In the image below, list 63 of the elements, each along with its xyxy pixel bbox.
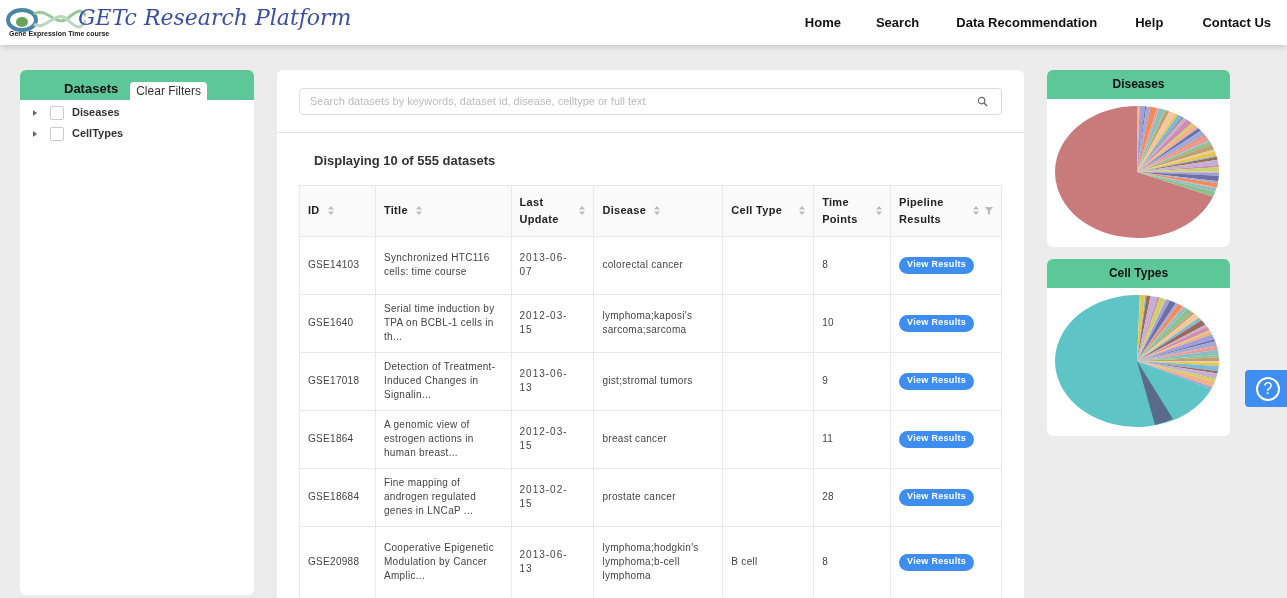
- filter-icon[interactable]: [985, 206, 993, 215]
- tree-item[interactable]: CellTypes: [72, 125, 124, 142]
- table-cell: gist;stromal tumors: [602, 375, 693, 386]
- table-cell: Synchronized HTC116 cells: time course: [383, 252, 490, 277]
- result-count: Displaying 10 of 555 datasets: [313, 152, 497, 170]
- table-cell: breast cancer: [602, 433, 667, 444]
- sort-icon[interactable]: [415, 206, 422, 215]
- nav-link[interactable]: Search: [875, 12, 920, 33]
- nav-link[interactable]: Home: [804, 12, 841, 33]
- sort-icon[interactable]: [876, 206, 883, 215]
- logo-title: GETc Research Platform: [78, 4, 352, 31]
- table-cell: Serial time induction by TPA on BCBL-1 cells in th...: [383, 303, 495, 342]
- table-cell: A genomic view of estrogen actions in human breast...: [383, 419, 474, 458]
- table-cell-text: 2012-03-15: [519, 425, 569, 453]
- sidebar-title: Datasets: [64, 79, 119, 98]
- column-header[interactable]: Title: [383, 202, 408, 219]
- sort-icon[interactable]: [579, 206, 586, 215]
- column-header[interactable]: ID: [308, 202, 320, 219]
- table-cell-text: 2013-06-13: [519, 548, 569, 576]
- table-cell: B cell: [731, 556, 758, 567]
- table-cell: 8: [822, 556, 829, 567]
- chart-title: Diseases: [1047, 70, 1230, 99]
- table-cell: colorectal cancer: [602, 259, 684, 270]
- nav-link[interactable]: Data Recommendation: [956, 12, 1098, 33]
- table-cell: Detection of Treatment-Induced Changes in Signalin...: [383, 361, 496, 400]
- table-cell: lymphoma;hodgkin's lymphoma;b-cell lymphoma: [602, 542, 699, 581]
- search-field[interactable]: Search datasets by keywords, dataset id, disease, celltype or full text: [299, 87, 1002, 115]
- table-cell: GSE1864: [308, 433, 354, 444]
- sort-icon[interactable]: [327, 206, 334, 215]
- search-icon[interactable]: [977, 95, 988, 107]
- clear-filters-button[interactable]: Clear Filters: [130, 82, 207, 100]
- table-cell: GSE18684: [308, 491, 360, 502]
- table-cell: lymphoma;kaposi's sarcoma;sarcoma: [602, 310, 693, 335]
- table-cell-text: 2013-06-07: [519, 251, 569, 279]
- table-cell: GSE1640: [308, 317, 354, 328]
- checkbox[interactable]: [50, 105, 64, 120]
- checkbox[interactable]: [50, 126, 64, 141]
- table-cell: Fine mapping of androgen regulated genes in LNCaP ...: [383, 477, 477, 516]
- caret-icon[interactable]: [32, 130, 38, 137]
- table-cell: 11: [822, 433, 834, 444]
- sort-icon[interactable]: [973, 206, 979, 215]
- table-cell: prostate cancer: [602, 491, 676, 502]
- column-header[interactable]: Disease: [602, 202, 647, 219]
- table-cell: GSE14103: [308, 259, 360, 270]
- table-cell: GSE17018: [308, 375, 360, 386]
- caret-icon[interactable]: [32, 109, 38, 116]
- column-header[interactable]: Cell Type: [731, 202, 783, 219]
- table-cell-text: 2012-03-15: [519, 309, 569, 337]
- table-cell: Cooperative Epigenetic Modulation by Cancer Amplic...: [383, 542, 494, 581]
- table-cell-text: 2013-02-15: [519, 483, 569, 511]
- table-cell: GSE20988: [308, 556, 360, 567]
- help-icon: ?: [1256, 376, 1280, 401]
- table-cell: 28: [822, 491, 834, 502]
- sort-icon[interactable]: [654, 206, 661, 215]
- nav-link[interactable]: Help: [1135, 12, 1164, 33]
- table-cell: 8: [822, 259, 829, 270]
- sort-icon[interactable]: [799, 206, 806, 215]
- nav-link[interactable]: Contact Us: [1202, 12, 1271, 33]
- table-cell-text: 2013-06-13: [519, 367, 569, 395]
- table-cell: 9: [822, 375, 829, 386]
- chart-title: Cell Types: [1047, 259, 1230, 288]
- table-cell: 10: [822, 317, 834, 328]
- tree-item[interactable]: Diseases: [72, 104, 120, 121]
